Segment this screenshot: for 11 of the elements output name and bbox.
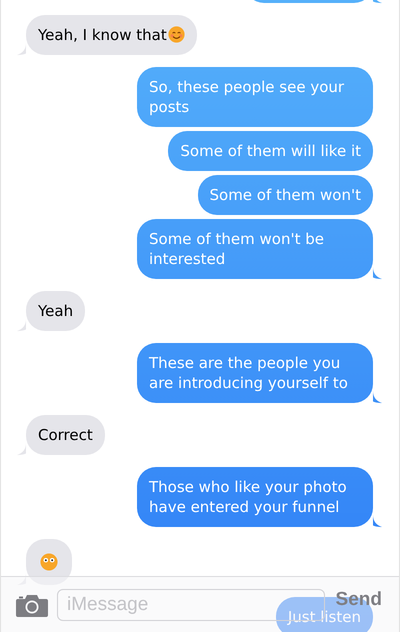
sent-message-bubble: These are the people you are introducing yourself to <box>137 343 373 403</box>
sent-message-bubble: Some of them won't be interested <box>137 219 373 279</box>
sent-message-bubble: Some of them will like it <box>168 131 373 171</box>
face-with-eyes-icon <box>40 553 58 571</box>
sent-message-bubble: Some of them won't <box>198 175 373 215</box>
received-message-bubble: Yeah, I know that <box>26 15 197 55</box>
sent-message-bubble: Those who like your photo have entered your funnel <box>137 467 373 527</box>
camera-icon[interactable] <box>16 592 48 616</box>
sent-message-bubble: So, these people see your posts <box>137 67 373 127</box>
received-message-bubble: Yeah <box>26 291 86 331</box>
received-message-bubble: Correct <box>26 415 105 455</box>
